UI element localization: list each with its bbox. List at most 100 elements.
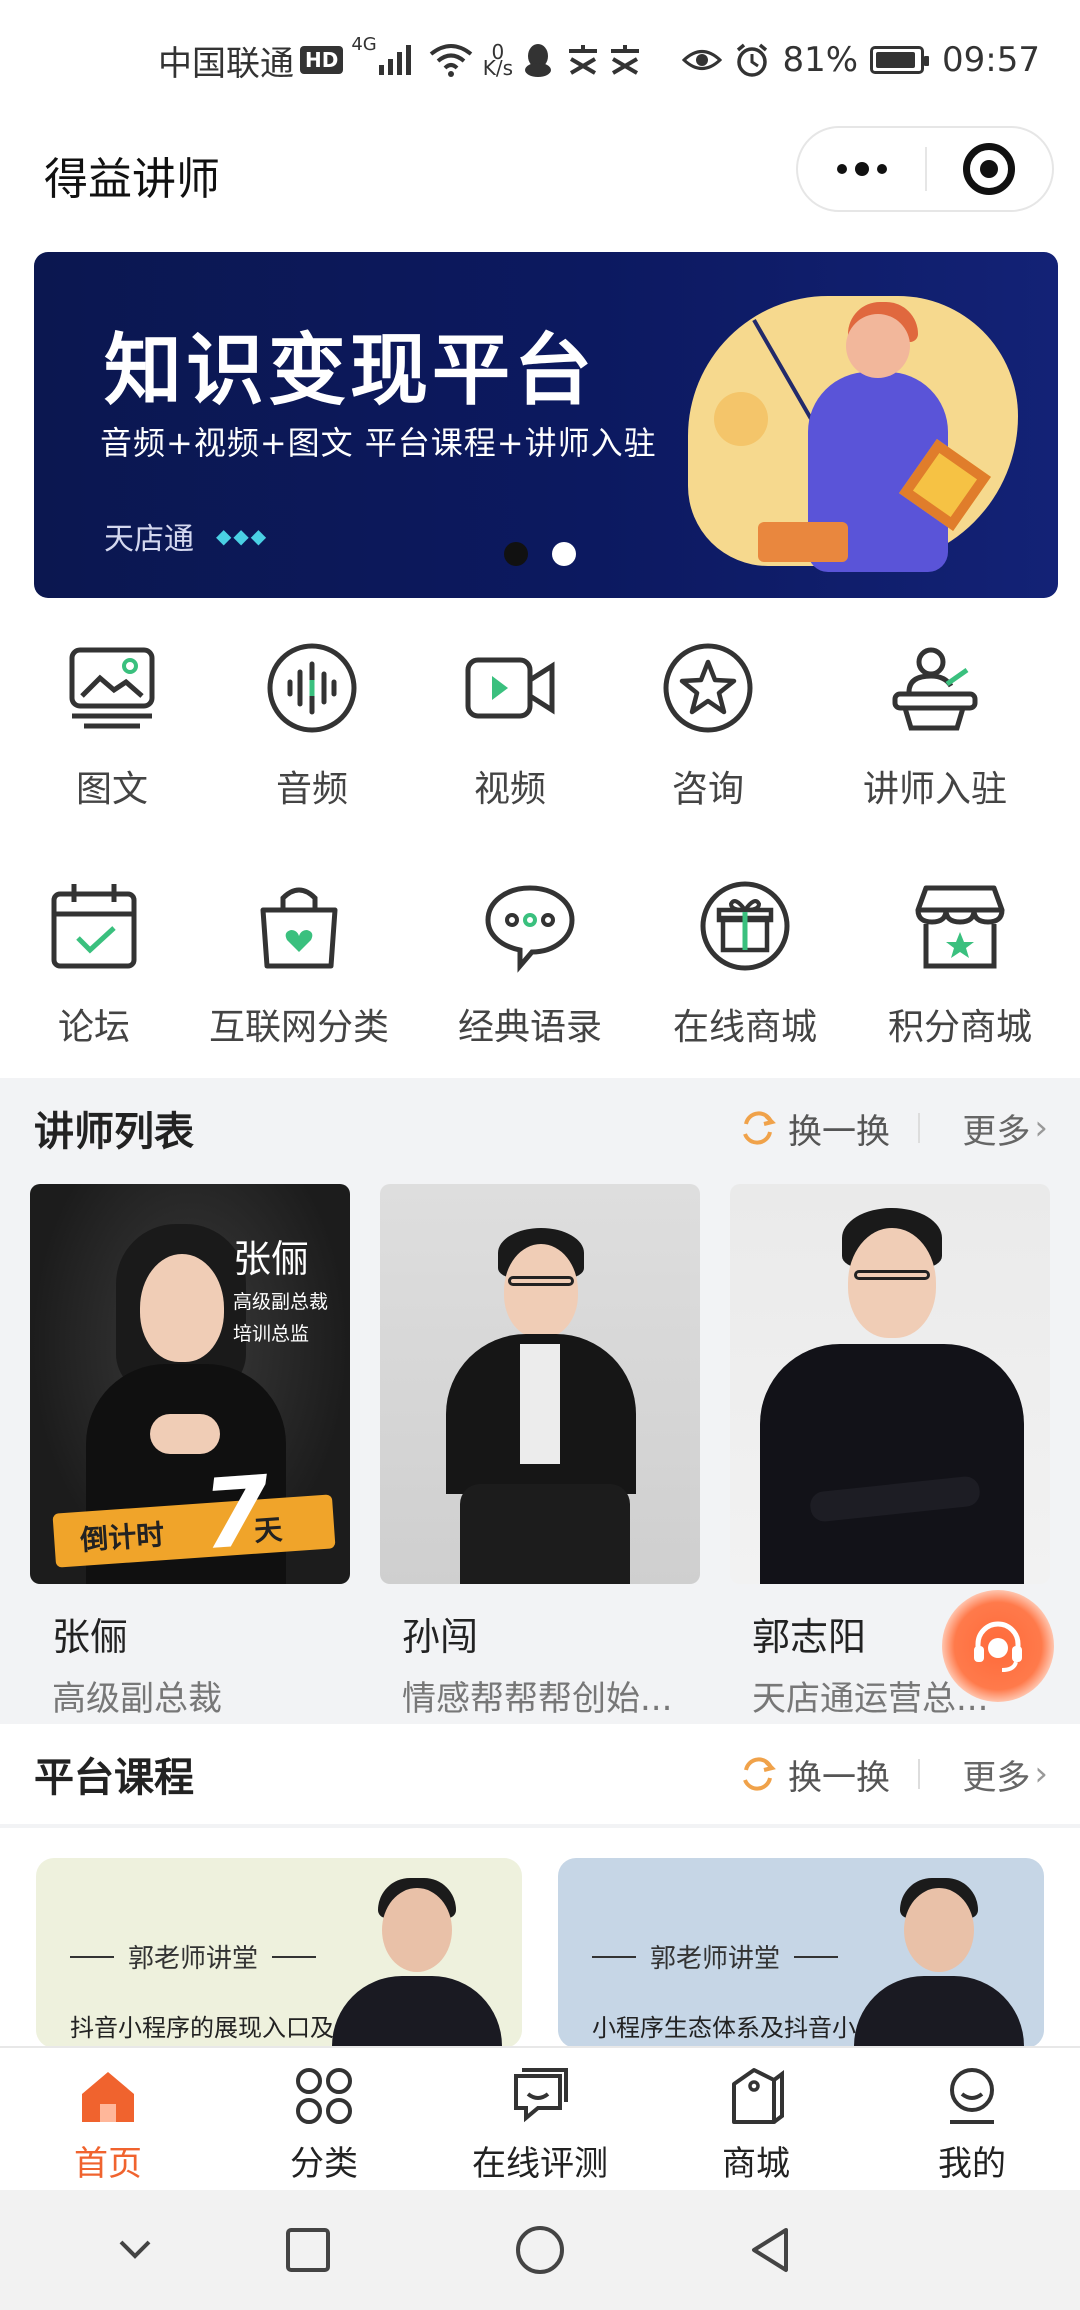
refresh-icon bbox=[743, 1757, 776, 1791]
store-star-icon bbox=[915, 885, 1005, 969]
app-notification-icon bbox=[569, 45, 598, 75]
lecturers-heading: 讲师列表 bbox=[34, 1109, 194, 1155]
courses-more-link[interactable]: 更多 › bbox=[962, 1750, 1048, 1799]
headset-icon bbox=[974, 1621, 1022, 1672]
tab-label: 我的 bbox=[938, 2144, 1006, 2184]
poster-name: 张俪 bbox=[232, 1237, 309, 1281]
menu-item-image-text[interactable]: 图文 bbox=[62, 640, 162, 812]
target-icon bbox=[963, 143, 1016, 195]
home-icon bbox=[82, 2072, 134, 2122]
chevron-right-icon: › bbox=[1034, 1754, 1048, 1794]
tab-mall[interactable]: 商城 bbox=[648, 2064, 864, 2185]
chevron-right-icon: › bbox=[1034, 1108, 1048, 1148]
clock-time: 09:57 bbox=[942, 40, 1040, 80]
shopping-bag-heart-icon bbox=[260, 887, 338, 969]
menu-item-classic-quotes[interactable]: 经典语录 bbox=[450, 878, 610, 1050]
lecturer-photo bbox=[730, 1184, 1050, 1584]
countdown-unit: 天 bbox=[253, 1512, 284, 1548]
banner-pager-dot-active[interactable] bbox=[504, 542, 528, 566]
banner-pager bbox=[504, 542, 576, 566]
battery-percent: 81% bbox=[782, 40, 859, 80]
course-brand: 郭老师讲堂 bbox=[70, 1938, 330, 1975]
courses-section-header: 平台课程 换一换 更多 › bbox=[0, 1724, 1080, 1824]
gift-icon bbox=[700, 881, 790, 971]
refresh-icon bbox=[743, 1111, 776, 1145]
lecturer-card[interactable]: 孙闯 情感帮帮帮创始... bbox=[380, 1184, 700, 1720]
mall-tag-icon bbox=[732, 2068, 784, 2124]
chevron-down-icon bbox=[119, 2240, 151, 2259]
profile-icon bbox=[950, 2068, 994, 2124]
calendar-check-icon bbox=[51, 884, 137, 969]
category-icon bbox=[296, 2068, 352, 2124]
poster-subtitle: 培训总监 bbox=[232, 1323, 309, 1345]
menu-item-internet-category[interactable]: 互联网分类 bbox=[199, 878, 399, 1050]
eye-icon bbox=[682, 50, 723, 70]
battery-icon bbox=[870, 46, 930, 74]
nav-collapse-button[interactable] bbox=[105, 2220, 165, 2280]
lecturer-title: 情感帮帮帮创始... bbox=[402, 1679, 673, 1719]
close-mini-program-button[interactable] bbox=[927, 128, 1052, 210]
tab-home[interactable]: 首页 bbox=[0, 2064, 216, 2185]
course-lecturer-face bbox=[382, 1888, 452, 1972]
menu-item-lecturer-join[interactable]: 讲师入驻 bbox=[860, 640, 1010, 812]
system-navigation-bar bbox=[0, 2190, 1080, 2310]
banner-title: 知识变现平台 bbox=[104, 326, 597, 416]
dot-icon bbox=[876, 164, 887, 174]
menu-item-audio[interactable]: 音频 bbox=[262, 640, 362, 812]
page-title: 得益讲师 bbox=[44, 154, 220, 205]
menu-item-label: 经典语录 bbox=[457, 1007, 602, 1048]
poster-title: 高级副总裁 bbox=[232, 1291, 328, 1313]
lecturers-more-link[interactable]: 更多 › bbox=[962, 1104, 1048, 1153]
course-card[interactable]: 郭老师讲堂 小程序生态体系及抖音小程序定位 bbox=[558, 1858, 1044, 2048]
courses-heading: 平台课程 bbox=[34, 1755, 194, 1801]
menu-item-label: 积分商城 bbox=[887, 1007, 1032, 1048]
menu-item-online-mall[interactable]: 在线商城 bbox=[665, 878, 825, 1050]
nav-back-button[interactable] bbox=[740, 2220, 800, 2280]
tab-online-assessment[interactable]: 在线评测 bbox=[432, 2064, 648, 2185]
nav-home-button[interactable] bbox=[510, 2220, 570, 2280]
menu-item-points-mall[interactable]: 积分商城 bbox=[880, 878, 1040, 1050]
app-notification-icon-2 bbox=[611, 45, 640, 75]
menu-item-label: 互联网分类 bbox=[208, 1007, 389, 1048]
status-bar: 中国联通 HD 4G 0 K/s 81% 09:57 bbox=[0, 0, 1080, 120]
course-card[interactable]: 郭老师讲堂 抖音小程序的展现入口及视频挂在方式讲解 bbox=[36, 1858, 522, 2048]
back-triangle-icon bbox=[752, 2228, 788, 2272]
tab-label: 分类 bbox=[290, 2144, 358, 2184]
lecturers-swap-button[interactable]: 换一换 bbox=[738, 1104, 890, 1153]
tab-profile[interactable]: 我的 bbox=[864, 2064, 1080, 2185]
nav-recent-apps-button[interactable] bbox=[278, 2220, 338, 2280]
lecturer-name: 张俪 bbox=[52, 1615, 129, 1659]
course-lecturer-body bbox=[332, 1976, 502, 2048]
divider bbox=[918, 1759, 920, 1789]
signal-icon bbox=[378, 45, 411, 75]
banner-pager-dot[interactable] bbox=[552, 542, 576, 566]
menu-item-label: 论坛 bbox=[57, 1007, 130, 1048]
menu-item-video[interactable]: 视频 bbox=[460, 640, 560, 812]
more-options-button[interactable] bbox=[798, 128, 925, 210]
lecturer-podium-icon bbox=[892, 647, 978, 731]
app-header: 得益讲师 bbox=[0, 120, 1080, 230]
course-title: 小程序生态体系及抖音小程序定位 bbox=[592, 2014, 856, 2042]
mini-program-capsule bbox=[796, 126, 1054, 212]
tab-label: 在线评测 bbox=[472, 2144, 608, 2184]
lecturer-card[interactable]: 张俪 高级副总裁 培训总监 倒计时 7 天 张俪 高级副总裁 bbox=[30, 1184, 350, 1720]
menu-row-2: 论坛 互联网分类 经典语录 在线商城 积分商城 bbox=[0, 878, 1080, 1058]
dot-icon bbox=[854, 162, 869, 176]
video-icon bbox=[465, 657, 555, 719]
poster-caption: 张俪 高级副总裁 培训总监 bbox=[233, 1228, 328, 1347]
customer-service-button[interactable] bbox=[942, 1590, 1054, 1702]
menu-item-forum[interactable]: 论坛 bbox=[44, 878, 144, 1050]
tab-label: 商城 bbox=[722, 2144, 790, 2184]
lecturer-title: 高级副总裁 bbox=[52, 1679, 222, 1719]
courses-swap-button[interactable]: 换一换 bbox=[738, 1750, 890, 1799]
wifi-icon bbox=[429, 44, 472, 77]
divider bbox=[918, 1113, 920, 1143]
more-label: 更多 bbox=[962, 1757, 1031, 1798]
menu-item-label: 音频 bbox=[275, 769, 348, 810]
hd-badge: HD bbox=[300, 46, 344, 74]
promo-banner[interactable]: 知识变现平台 音频+视频+图文 平台课程+讲师入驻 天店通 ◆◆◆ bbox=[34, 252, 1058, 598]
tab-category[interactable]: 分类 bbox=[216, 2064, 432, 2185]
swap-label: 换一换 bbox=[788, 1757, 890, 1798]
qq-icon bbox=[525, 44, 552, 77]
menu-item-consult[interactable]: 咨询 bbox=[658, 640, 758, 812]
